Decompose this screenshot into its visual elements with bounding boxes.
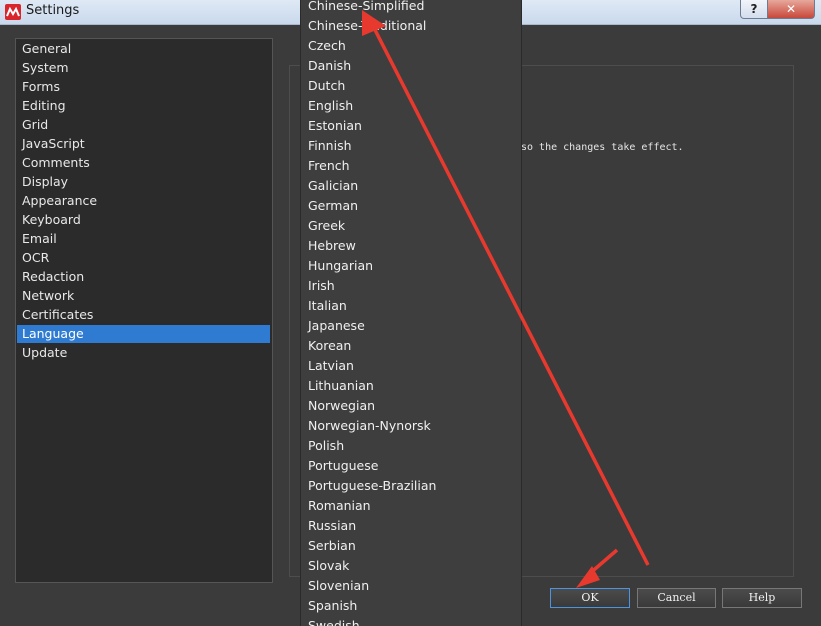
sidebar-item-grid[interactable]: Grid [17,116,270,134]
language-option-lithuanian[interactable]: Lithuanian [301,376,520,396]
language-option-japanese[interactable]: Japanese [301,316,520,336]
help-button[interactable]: Help [722,588,802,608]
language-option-greek[interactable]: Greek [301,216,520,236]
language-option-slovak[interactable]: Slovak [301,556,520,576]
cancel-button[interactable]: Cancel [637,588,716,608]
language-option-korean[interactable]: Korean [301,336,520,356]
language-option-czech[interactable]: Czech [301,36,520,56]
close-button[interactable]: ✕ [767,0,815,19]
language-option-french[interactable]: French [301,156,520,176]
sidebar-item-comments[interactable]: Comments [17,154,270,172]
language-option-swedish[interactable]: Swedish [301,616,520,626]
sidebar-item-display[interactable]: Display [17,173,270,191]
language-option-german[interactable]: German [301,196,520,216]
language-option-danish[interactable]: Danish [301,56,520,76]
sidebar-item-forms[interactable]: Forms [17,78,270,96]
sidebar-item-language[interactable]: Language [17,325,270,343]
sidebar-item-general[interactable]: General [17,40,270,58]
language-option-portuguese[interactable]: Portuguese [301,456,520,476]
sidebar-item-keyboard[interactable]: Keyboard [17,211,270,229]
language-option-finnish[interactable]: Finnish [301,136,520,156]
sidebar-item-ocr[interactable]: OCR [17,249,270,267]
language-option-polish[interactable]: Polish [301,436,520,456]
language-option-serbian[interactable]: Serbian [301,536,520,556]
language-option-english[interactable]: English [301,96,520,116]
sidebar-item-system[interactable]: System [17,59,270,77]
settings-category-list[interactable]: General System Forms Editing Grid JavaScript C… [15,38,273,583]
language-option-galician[interactable]: Galician [301,176,520,196]
language-option-norwegian-nynorsk[interactable]: Norwegian-Nynorsk [301,416,520,436]
sidebar-item-certificates[interactable]: Certificates [17,306,270,324]
app-logo-icon [5,4,21,20]
sidebar-item-javascript[interactable]: JavaScript [17,135,270,153]
sidebar-item-email[interactable]: Email [17,230,270,248]
language-option-romanian[interactable]: Romanian [301,496,520,516]
restart-note: so the changes take effect. [521,142,684,153]
sidebar-item-editing[interactable]: Editing [17,97,270,115]
sidebar-item-update[interactable]: Update [17,344,270,362]
language-option-portuguese-brazilian[interactable]: Portuguese-Brazilian [301,476,520,496]
language-option-chinese-simplified[interactable]: Chinese-Simplified [301,0,520,16]
language-option-spanish[interactable]: Spanish [301,596,520,616]
sidebar-item-redaction[interactable]: Redaction [17,268,270,286]
ok-button[interactable]: OK [550,588,630,608]
language-option-italian[interactable]: Italian [301,296,520,316]
language-option-hebrew[interactable]: Hebrew [301,236,520,256]
sidebar-item-appearance[interactable]: Appearance [17,192,270,210]
sidebar-item-network[interactable]: Network [17,287,270,305]
language-option-latvian[interactable]: Latvian [301,356,520,376]
title-help-button[interactable]: ? [740,0,768,19]
language-dropdown-list[interactable]: Chinese-Simplified Chinese-Traditional Cze… [300,0,522,626]
window-title: Settings [26,3,80,18]
language-option-russian[interactable]: Russian [301,516,520,536]
language-option-irish[interactable]: Irish [301,276,520,296]
language-option-norwegian[interactable]: Norwegian [301,396,520,416]
language-option-dutch[interactable]: Dutch [301,76,520,96]
language-option-chinese-traditional[interactable]: Chinese-Traditional [301,16,520,36]
language-option-slovenian[interactable]: Slovenian [301,576,520,596]
language-option-hungarian[interactable]: Hungarian [301,256,520,276]
language-option-estonian[interactable]: Estonian [301,116,520,136]
